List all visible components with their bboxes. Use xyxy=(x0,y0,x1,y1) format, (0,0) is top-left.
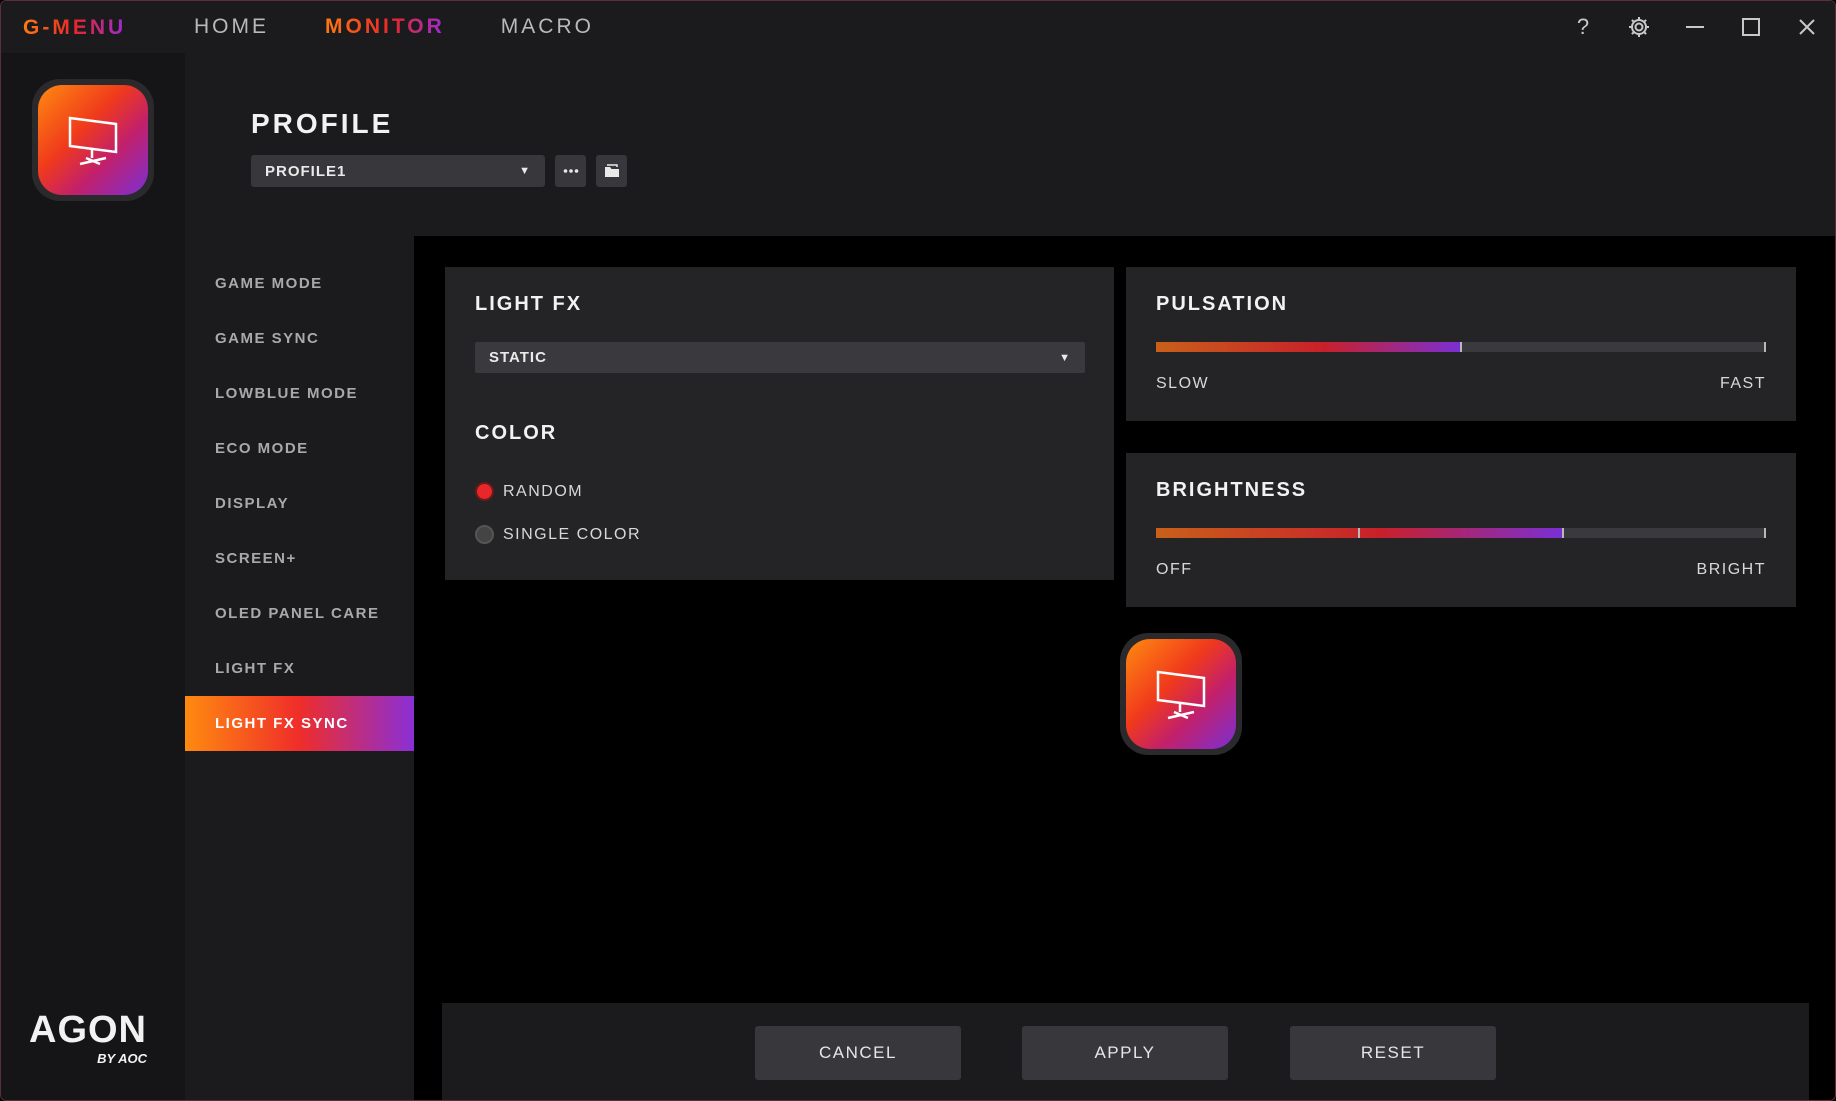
monitor-icon xyxy=(38,85,148,195)
chevron-down-icon: ▼ xyxy=(519,165,531,177)
pulsation-title: PULSATION xyxy=(1156,293,1289,315)
brightness-title: BRIGHTNESS xyxy=(1156,479,1308,501)
light-fx-panel: LIGHT FX STATIC ▼ COLOR RANDOM SINGLE CO… xyxy=(445,267,1114,580)
title-bar: G-MENU HOME MONITOR MACRO ? xyxy=(1,1,1835,53)
left-rail: AGON BY AOC xyxy=(1,53,185,1100)
side-item-oled-panel-care[interactable]: OLED PANEL CARE xyxy=(185,586,414,641)
ellipsis-icon xyxy=(563,169,578,173)
maximize-icon[interactable] xyxy=(1723,1,1779,53)
side-item-lowblue-mode[interactable]: LOWBLUE MODE xyxy=(185,366,414,421)
profile-title: PROFILE xyxy=(251,108,394,139)
brightness-min-label: OFF xyxy=(1156,561,1193,578)
slider-end-tick xyxy=(1764,342,1766,352)
top-nav: HOME MONITOR MACRO xyxy=(194,15,594,39)
brightness-marker xyxy=(1358,528,1361,538)
pulsation-panel: PULSATION SLOW FAST xyxy=(1126,267,1796,421)
nav-monitor[interactable]: MONITOR xyxy=(325,15,445,39)
side-item-light-fx-sync[interactable]: LIGHT FX SYNC xyxy=(185,696,414,751)
footer-bar: CANCEL APPLY RESET xyxy=(442,1003,1809,1100)
chevron-down-icon: ▼ xyxy=(1059,351,1071,364)
color-option-random[interactable]: RANDOM xyxy=(475,482,583,501)
side-menu: GAME MODE GAME SYNC LOWBLUE MODE ECO MOD… xyxy=(185,236,414,1100)
light-preview-icon xyxy=(1120,633,1242,755)
app-brand: G-MENU xyxy=(23,16,127,39)
nav-macro[interactable]: MACRO xyxy=(501,15,594,39)
side-item-eco-mode[interactable]: ECO MODE xyxy=(185,421,414,476)
color-option-single[interactable]: SINGLE COLOR xyxy=(475,525,641,544)
apply-button[interactable]: APPLY xyxy=(1022,1026,1228,1080)
agon-logo: AGON BY AOC xyxy=(29,1011,147,1066)
color-title: COLOR xyxy=(475,422,558,444)
agon-wordmark: AGON xyxy=(29,1009,147,1051)
radio-selected-icon[interactable] xyxy=(475,482,494,501)
folder-button[interactable] xyxy=(596,155,627,187)
brightness-slider[interactable] xyxy=(1156,528,1766,538)
cancel-button[interactable]: CANCEL xyxy=(755,1026,961,1080)
pulsation-slider[interactable] xyxy=(1156,342,1766,352)
light-fx-mode-dropdown[interactable]: STATIC ▼ xyxy=(475,342,1085,373)
reset-button[interactable]: RESET xyxy=(1290,1026,1496,1080)
pulsation-max-label: FAST xyxy=(1719,375,1766,392)
side-item-game-sync[interactable]: GAME SYNC xyxy=(185,311,414,366)
brightness-max-label: BRIGHT xyxy=(1696,561,1766,578)
monitor-icon xyxy=(1126,639,1236,749)
minimize-icon[interactable] xyxy=(1667,1,1723,53)
side-item-light-fx[interactable]: LIGHT FX xyxy=(185,641,414,696)
nav-home[interactable]: HOME xyxy=(194,15,269,39)
color-option-label: SINGLE COLOR xyxy=(503,525,642,543)
pulsation-handle[interactable] xyxy=(1460,342,1462,352)
close-icon[interactable] xyxy=(1779,1,1835,53)
light-fx-mode-value: STATIC xyxy=(489,349,547,366)
more-options-button[interactable] xyxy=(555,155,586,187)
folder-icon xyxy=(604,164,619,177)
brightness-handle[interactable] xyxy=(1561,528,1564,538)
help-icon[interactable]: ? xyxy=(1555,1,1611,53)
pulsation-fill xyxy=(1156,342,1461,352)
side-item-screen-plus[interactable]: SCREEN+ xyxy=(185,531,414,586)
light-fx-title: LIGHT FX xyxy=(475,293,583,315)
profile-dropdown[interactable]: PROFILE1 ▼ xyxy=(251,155,545,187)
profile-selected-value: PROFILE1 xyxy=(265,162,347,180)
color-option-label: RANDOM xyxy=(503,482,584,500)
side-item-game-mode[interactable]: GAME MODE xyxy=(185,256,414,311)
brightness-panel: BRIGHTNESS OFF BRIGHT xyxy=(1126,453,1796,607)
gear-icon[interactable] xyxy=(1611,1,1667,53)
app-window: G-MENU HOME MONITOR MACRO ? AGON BY AOC … xyxy=(0,0,1836,1101)
agon-byline: BY AOC xyxy=(97,1051,147,1066)
window-controls: ? xyxy=(1555,1,1835,53)
side-item-display[interactable]: DISPLAY xyxy=(185,476,414,531)
profile-header: PROFILE PROFILE1 ▼ xyxy=(185,53,1835,236)
radio-unselected-icon[interactable] xyxy=(475,525,494,544)
pulsation-min-label: SLOW xyxy=(1156,375,1210,392)
slider-end-tick xyxy=(1764,528,1766,538)
monitor-app-icon[interactable] xyxy=(32,79,154,201)
